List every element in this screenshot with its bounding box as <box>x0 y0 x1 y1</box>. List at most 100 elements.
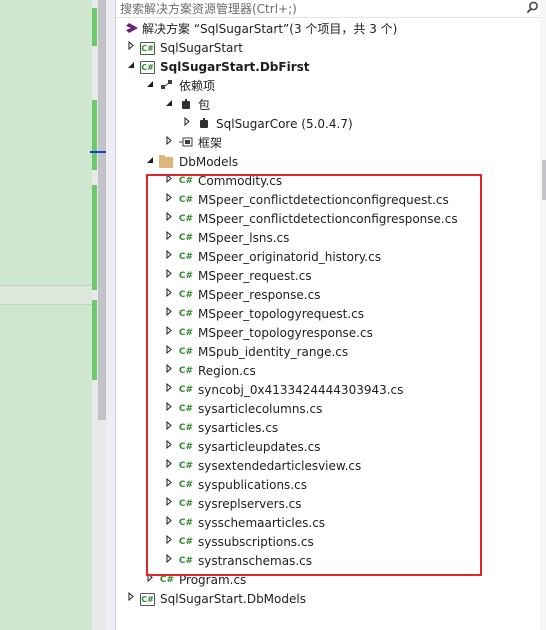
tree-node[interactable]: C# MSpeer_response.cs <box>116 286 540 305</box>
expand-arrow-icon[interactable] <box>145 571 155 590</box>
tree-node[interactable]: C# sysarticlecolumns.cs <box>116 400 540 419</box>
csharp-file-icon: C# <box>178 252 194 262</box>
tree-node[interactable]: 依赖项 <box>116 77 540 96</box>
expand-arrow-icon[interactable] <box>164 552 174 571</box>
tree-node-label: 包 <box>198 98 211 112</box>
tree-node[interactable]: C# sysschemaarticles.cs <box>116 514 540 533</box>
tree-node[interactable]: C# MSpeer_lsns.cs <box>116 229 540 248</box>
tree-node-label: SqlSugarStart.DbFirst <box>160 60 310 74</box>
expand-arrow-icon[interactable] <box>164 286 174 305</box>
csharp-file-icon: C# <box>178 271 194 281</box>
tree-node[interactable]: 包 <box>116 96 540 115</box>
dependencies-icon <box>159 79 175 94</box>
tree-node-label: Program.cs <box>179 573 247 587</box>
expand-arrow-icon[interactable] <box>164 457 174 476</box>
tree-node[interactable]: C# MSpeer_conflictdetectionconfigresponse… <box>116 210 540 229</box>
tree-node-label: Region.cs <box>198 364 256 378</box>
tree-node[interactable]: C# syssubscriptions.cs <box>116 533 540 552</box>
expand-arrow-icon[interactable] <box>164 476 174 495</box>
tree-node[interactable]: C# SqlSugarStart <box>116 39 540 58</box>
tree-node-label: MSpeer_response.cs <box>198 288 321 302</box>
collapse-arrow-icon[interactable] <box>145 153 155 172</box>
expand-arrow-icon[interactable] <box>164 172 174 191</box>
csharp-file-icon: C# <box>178 480 194 490</box>
tree-node[interactable]: C# systranschemas.cs <box>116 552 540 571</box>
solution-explorer-search-bar <box>116 0 546 18</box>
collapse-arrow-icon[interactable] <box>145 77 155 96</box>
tree-node[interactable]: C# syspublications.cs <box>116 476 540 495</box>
package-icon <box>196 117 212 132</box>
expand-arrow-icon[interactable] <box>164 362 174 381</box>
expand-arrow-icon[interactable] <box>164 191 174 210</box>
expand-arrow-icon[interactable] <box>126 590 136 609</box>
collapse-arrow-icon[interactable] <box>126 58 136 77</box>
csharp-file-icon: C# <box>178 499 194 509</box>
tree-node[interactable]: C# sysarticleupdates.cs <box>116 438 540 457</box>
tree-node[interactable]: C# MSpeer_request.cs <box>116 267 540 286</box>
tree-node-label: systranschemas.cs <box>198 554 312 568</box>
expand-arrow-icon[interactable] <box>164 210 174 229</box>
expand-arrow-icon[interactable] <box>164 514 174 533</box>
tree-node[interactable]: C# sysextendedarticlesview.cs <box>116 457 540 476</box>
tree-node-label: MSpeer_topologyrequest.cs <box>198 307 364 321</box>
tree-node-label: sysextendedarticlesview.cs <box>198 459 362 473</box>
tree-node[interactable]: C# Region.cs <box>116 362 540 381</box>
tree-node[interactable]: C# SqlSugarStart.DbFirst <box>116 58 540 77</box>
tree-node[interactable]: DbModels <box>116 153 540 172</box>
solution-node[interactable]: 解决方案 “SqlSugarStart”(3 个项目，共 3 个) <box>116 20 540 39</box>
expand-arrow-icon[interactable] <box>164 134 174 153</box>
editor-left-margin <box>0 0 92 630</box>
expand-arrow-icon[interactable] <box>164 305 174 324</box>
csharp-file-icon: C# <box>178 328 194 338</box>
explorer-scrollbar[interactable] <box>540 0 546 630</box>
tree-node[interactable]: 框架 <box>116 134 540 153</box>
tree-node[interactable]: C# sysreplservers.cs <box>116 495 540 514</box>
csharp-file-icon: C# <box>178 385 194 395</box>
pane-splitter[interactable] <box>106 0 116 630</box>
expand-arrow-icon[interactable] <box>164 438 174 457</box>
folder-icon <box>159 155 173 168</box>
expand-arrow-icon[interactable] <box>182 115 192 134</box>
expand-arrow-icon[interactable] <box>164 400 174 419</box>
tree-node-label: Commodity.cs <box>198 174 283 188</box>
csharp-file-icon: C# <box>159 575 175 585</box>
tree-node-label: MSpeer_conflictdetectionconfigresponse.c… <box>198 212 458 226</box>
tree-node[interactable]: SqlSugarCore (5.0.4.7) <box>116 115 540 134</box>
tree-node-label: 依赖项 <box>179 79 216 93</box>
expand-arrow-icon[interactable] <box>164 324 174 343</box>
csharp-file-icon: C# <box>178 214 194 224</box>
tree-node[interactable]: C# MSpeer_topologyresponse.cs <box>116 324 540 343</box>
scrollbar-thumb[interactable] <box>542 160 546 200</box>
expand-arrow-icon[interactable] <box>126 39 136 58</box>
expand-arrow-icon[interactable] <box>164 267 174 286</box>
search-input[interactable] <box>120 1 500 17</box>
expand-arrow-icon[interactable] <box>164 343 174 362</box>
expand-arrow-icon[interactable] <box>164 419 174 438</box>
csharp-file-icon: C# <box>178 442 194 452</box>
tree-node-label: sysreplservers.cs <box>198 497 302 511</box>
expand-arrow-icon[interactable] <box>164 533 174 552</box>
tree-node[interactable]: C# MSpeer_originatorid_history.cs <box>116 248 540 267</box>
search-icon[interactable] <box>524 1 540 17</box>
expand-arrow-icon[interactable] <box>164 495 174 514</box>
tree-node-label: syncobj_0x4133424444303943.cs <box>198 383 404 397</box>
tree-node[interactable]: C# sysarticles.cs <box>116 419 540 438</box>
tree-node-label: sysarticles.cs <box>198 421 279 435</box>
expand-arrow-icon[interactable] <box>164 381 174 400</box>
csharp-project-icon: C# <box>140 593 155 606</box>
csharp-project-icon: C# <box>140 42 155 55</box>
tree-node[interactable]: C# MSpeer_conflictdetectionconfigrequest.… <box>116 191 540 210</box>
collapse-arrow-icon[interactable] <box>164 96 174 115</box>
tree-node[interactable]: C# MSpub_identity_range.cs <box>116 343 540 362</box>
csharp-file-icon: C# <box>178 404 194 414</box>
expand-arrow-icon[interactable] <box>164 248 174 267</box>
tree-node[interactable]: C# syncobj_0x4133424444303943.cs <box>116 381 540 400</box>
tree-node-label: MSpeer_lsns.cs <box>198 231 290 245</box>
csharp-file-icon: C# <box>178 461 194 471</box>
tree-node[interactable]: C# SqlSugarStart.DbModels <box>116 590 540 609</box>
tree-node[interactable]: C# Commodity.cs <box>116 172 540 191</box>
tree-node[interactable]: C# MSpeer_topologyrequest.cs <box>116 305 540 324</box>
editor-scrollbar[interactable] <box>98 0 106 420</box>
expand-arrow-icon[interactable] <box>164 229 174 248</box>
tree-node[interactable]: C# Program.cs <box>116 571 540 590</box>
